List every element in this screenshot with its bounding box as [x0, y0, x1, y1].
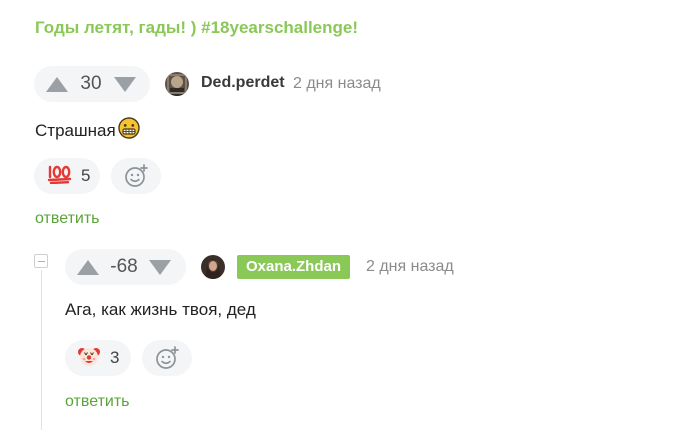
- downvote-arrow-icon[interactable]: [114, 76, 136, 92]
- comment-author[interactable]: Ded.perdet: [201, 74, 285, 92]
- rating-control: 30: [34, 66, 150, 102]
- upvote-arrow-icon[interactable]: [46, 76, 68, 92]
- reply-link[interactable]: ответить: [65, 393, 130, 411]
- reaction-count: 5: [81, 166, 91, 185]
- add-emoji-icon: [156, 346, 179, 369]
- rating-control: -68: [65, 249, 186, 285]
- downvote-arrow-icon[interactable]: [149, 259, 171, 275]
- comment-author[interactable]: Oxana.Zhdan: [237, 255, 351, 279]
- comment-time[interactable]: 2 дня назад: [293, 75, 381, 93]
- comment-text-body: Ага, как жизнь твоя, дед: [65, 300, 256, 319]
- reaction-chip[interactable]: 3: [65, 340, 131, 376]
- add-reaction-button[interactable]: [111, 158, 161, 194]
- reply-link[interactable]: ответить: [35, 210, 100, 228]
- clown-face-emoji-icon: [77, 344, 101, 373]
- collapse-thread-button[interactable]: [34, 254, 48, 268]
- reaction-count: 3: [110, 348, 120, 367]
- thread-line[interactable]: [41, 270, 42, 430]
- add-emoji-icon: [125, 164, 148, 187]
- comment-text-body: Страшная: [35, 120, 116, 140]
- reaction-chip[interactable]: 5: [34, 158, 100, 194]
- avatar[interactable]: [201, 255, 225, 279]
- add-reaction-button[interactable]: [142, 340, 192, 376]
- comment-text: Ага, как жизнь твоя, дед: [65, 300, 256, 320]
- grimacing-face-emoji-icon: [117, 117, 140, 144]
- post-title[interactable]: Годы летят, гады! ) #18yearschallenge!: [35, 18, 358, 38]
- comment-text: Страшная: [35, 117, 140, 144]
- upvote-arrow-icon[interactable]: [77, 259, 99, 275]
- hundred-points-emoji-icon: [47, 164, 73, 189]
- avatar[interactable]: [165, 72, 189, 96]
- rating-count: -68: [110, 256, 138, 277]
- comment-time[interactable]: 2 дня назад: [366, 258, 454, 276]
- rating-count: 30: [80, 73, 102, 94]
